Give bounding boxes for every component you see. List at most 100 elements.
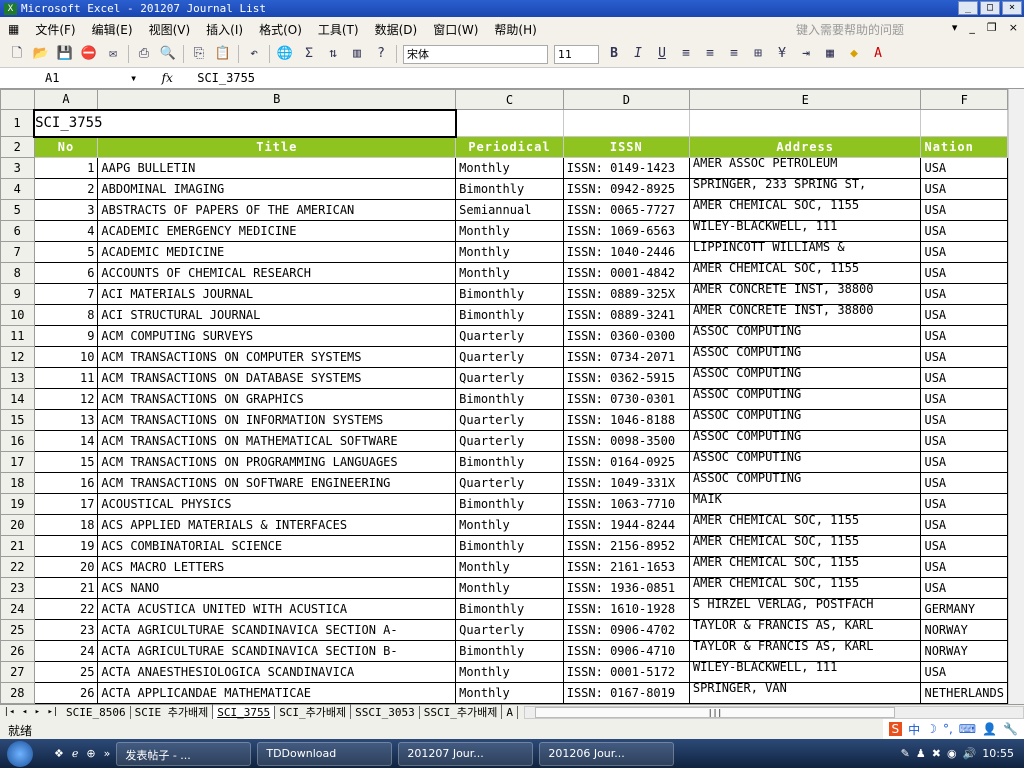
start-button[interactable]	[0, 739, 40, 768]
cell-title[interactable]: ACM COMPUTING SURVEYS	[97, 325, 457, 347]
cell-title[interactable]: ACS NANO	[97, 577, 457, 599]
paste-icon[interactable]: 📋	[214, 45, 232, 63]
cell-no[interactable]: 26	[33, 682, 99, 704]
cell-address[interactable]: LIPPINCOTT WILLIAMS &	[688, 241, 922, 263]
row-header[interactable]: 1	[0, 109, 35, 137]
cell-address[interactable]: WILEY-BLACKWELL, 111	[688, 661, 922, 683]
new-icon[interactable]: 🗋	[8, 45, 26, 63]
cell-no[interactable]: 21	[33, 577, 99, 599]
sheet-tab[interactable]: SCIE 추가배제	[131, 704, 214, 720]
print-preview-icon[interactable]: 🔍	[159, 45, 177, 63]
cell-no[interactable]: 13	[33, 409, 99, 431]
cell-title[interactable]: ACM TRANSACTIONS ON SOFTWARE ENGINEERING	[97, 472, 457, 494]
cell-periodical[interactable]: Bimonthly	[455, 493, 564, 515]
cell-periodical[interactable]: Monthly	[455, 661, 564, 683]
cell-issn[interactable]: ISSN: 0906-4702	[562, 619, 690, 641]
cell-title[interactable]: ABSTRACTS OF PAPERS OF THE AMERICAN	[97, 199, 457, 221]
cell-title[interactable]: ACI MATERIALS JOURNAL	[97, 283, 457, 305]
cell-periodical[interactable]: Bimonthly	[455, 535, 564, 557]
cell-no[interactable]: 19	[33, 535, 99, 557]
cell-title[interactable]: ACADEMIC MEDICINE	[97, 241, 457, 263]
cell-address[interactable]: TAYLOR & FRANCIS AS, KARL	[688, 619, 922, 641]
cell-no[interactable]: 11	[33, 367, 99, 389]
close-button[interactable]: ×	[1002, 1, 1022, 15]
cell-periodical[interactable]: Bimonthly	[455, 640, 564, 662]
row-header[interactable]: 19	[0, 493, 35, 515]
print-icon[interactable]: ⎙	[135, 45, 153, 63]
cell-nation[interactable]: USA	[920, 178, 1008, 200]
cell-no[interactable]: 17	[33, 493, 99, 515]
moon-icon[interactable]: ☽	[926, 722, 937, 736]
cell-nation[interactable]: USA	[920, 388, 1008, 410]
cell-title[interactable]: ACOUSTICAL PHYSICS	[97, 493, 457, 515]
currency-icon[interactable]: ¥	[773, 45, 791, 63]
cell[interactable]	[688, 109, 922, 137]
cell-address[interactable]: ASSOC COMPUTING	[688, 430, 922, 452]
cell-issn[interactable]: ISSN: 0734-2071	[562, 346, 690, 368]
cell-periodical[interactable]: Quarterly	[455, 619, 564, 641]
sogou-icon[interactable]: S	[888, 722, 903, 736]
menu-insert[interactable]: 插入(I)	[198, 21, 251, 38]
row-header[interactable]: 15	[0, 409, 35, 431]
cell-no[interactable]: 22	[33, 598, 99, 620]
sheet-tab-active[interactable]: SCI_3755	[213, 705, 276, 719]
scroll-thumb[interactable]: |||	[535, 706, 895, 718]
cell-nation[interactable]: USA	[920, 409, 1008, 431]
menu-help[interactable]: 帮助(H)	[486, 21, 544, 38]
cell[interactable]	[562, 109, 690, 137]
menu-tools[interactable]: 工具(T)	[310, 21, 367, 38]
tray-icon[interactable]: ♟	[916, 747, 926, 760]
row-header[interactable]: 7	[0, 241, 35, 263]
cell-address[interactable]: ASSOC COMPUTING	[688, 451, 922, 473]
cell-title[interactable]: ACTA ACUSTICA UNITED WITH ACUSTICA	[97, 598, 457, 620]
name-box[interactable]: A1	[0, 69, 130, 88]
row-header[interactable]: 18	[0, 472, 35, 494]
cell-address[interactable]: WILEY-BLACKWELL, 111	[688, 220, 922, 242]
cell-issn[interactable]: ISSN: 1936-0851	[562, 577, 690, 599]
menu-window[interactable]: 窗口(W)	[425, 21, 486, 38]
cell-nation[interactable]: USA	[920, 535, 1008, 557]
next-sheet-icon[interactable]: ▸	[35, 707, 40, 717]
hyperlink-icon[interactable]: 🌐	[276, 45, 294, 63]
row-header[interactable]: 2	[0, 136, 35, 158]
help-icon[interactable]: ?	[372, 45, 390, 63]
cell-periodical[interactable]: Quarterly	[455, 367, 564, 389]
mdi-minimize-button[interactable]: _	[969, 21, 975, 34]
row-header[interactable]: 21	[0, 535, 35, 557]
cell[interactable]	[920, 109, 1008, 137]
cell-no[interactable]: 3	[33, 199, 99, 221]
tray-icon[interactable]: ◉	[947, 747, 957, 760]
cell-nation[interactable]: USA	[920, 241, 1008, 263]
cell-periodical[interactable]: Bimonthly	[455, 388, 564, 410]
cell-issn[interactable]: ISSN: 2156-8952	[562, 535, 690, 557]
cell-nation[interactable]: NORWAY	[920, 619, 1008, 641]
cell-periodical[interactable]: Monthly	[455, 157, 564, 179]
cell-issn[interactable]: ISSN: 0942-8925	[562, 178, 690, 200]
cell-issn[interactable]: ISSN: 0730-0301	[562, 388, 690, 410]
taskbar-item[interactable]: 201206 Jour...	[539, 741, 675, 766]
ime-mode-icon[interactable]: 中	[908, 721, 920, 738]
cell-periodical[interactable]: Monthly	[455, 682, 564, 704]
bold-button[interactable]: B	[605, 45, 623, 63]
column-header-d[interactable]: D	[562, 89, 690, 110]
cell-title[interactable]: ACTA ANAESTHESIOLOGICA SCANDINAVICA	[97, 661, 457, 683]
menu-file[interactable]: 文件(F)	[27, 21, 83, 38]
cell-no[interactable]: 5	[33, 241, 99, 263]
taskbar-item[interactable]: 发表帖子 - ...	[116, 741, 252, 766]
ie-icon[interactable]: ℯ	[72, 747, 79, 760]
cell-nation[interactable]: USA	[920, 283, 1008, 305]
cell-nation[interactable]: USA	[920, 367, 1008, 389]
column-header-b[interactable]: B	[97, 89, 457, 110]
borders-icon[interactable]: ▦	[821, 45, 839, 63]
horizontal-scrollbar[interactable]: |||	[524, 705, 1024, 719]
cell-title[interactable]: ACS MACRO LETTERS	[97, 556, 457, 578]
prev-sheet-icon[interactable]: ◂	[22, 707, 27, 717]
align-left-icon[interactable]: ≡	[677, 45, 695, 63]
cell-nation[interactable]: USA	[920, 157, 1008, 179]
cell-address[interactable]: MAIK	[688, 493, 922, 515]
column-header-f[interactable]: F	[920, 89, 1008, 110]
cell-address[interactable]: AMER CONCRETE INST, 38800	[688, 304, 922, 326]
quicklaunch-icon[interactable]: ❖	[54, 747, 64, 760]
ime-toolbar[interactable]: S 中 ☽ °, ⌨ 👤 🔧	[882, 719, 1024, 739]
menu-data[interactable]: 数据(D)	[367, 21, 426, 38]
